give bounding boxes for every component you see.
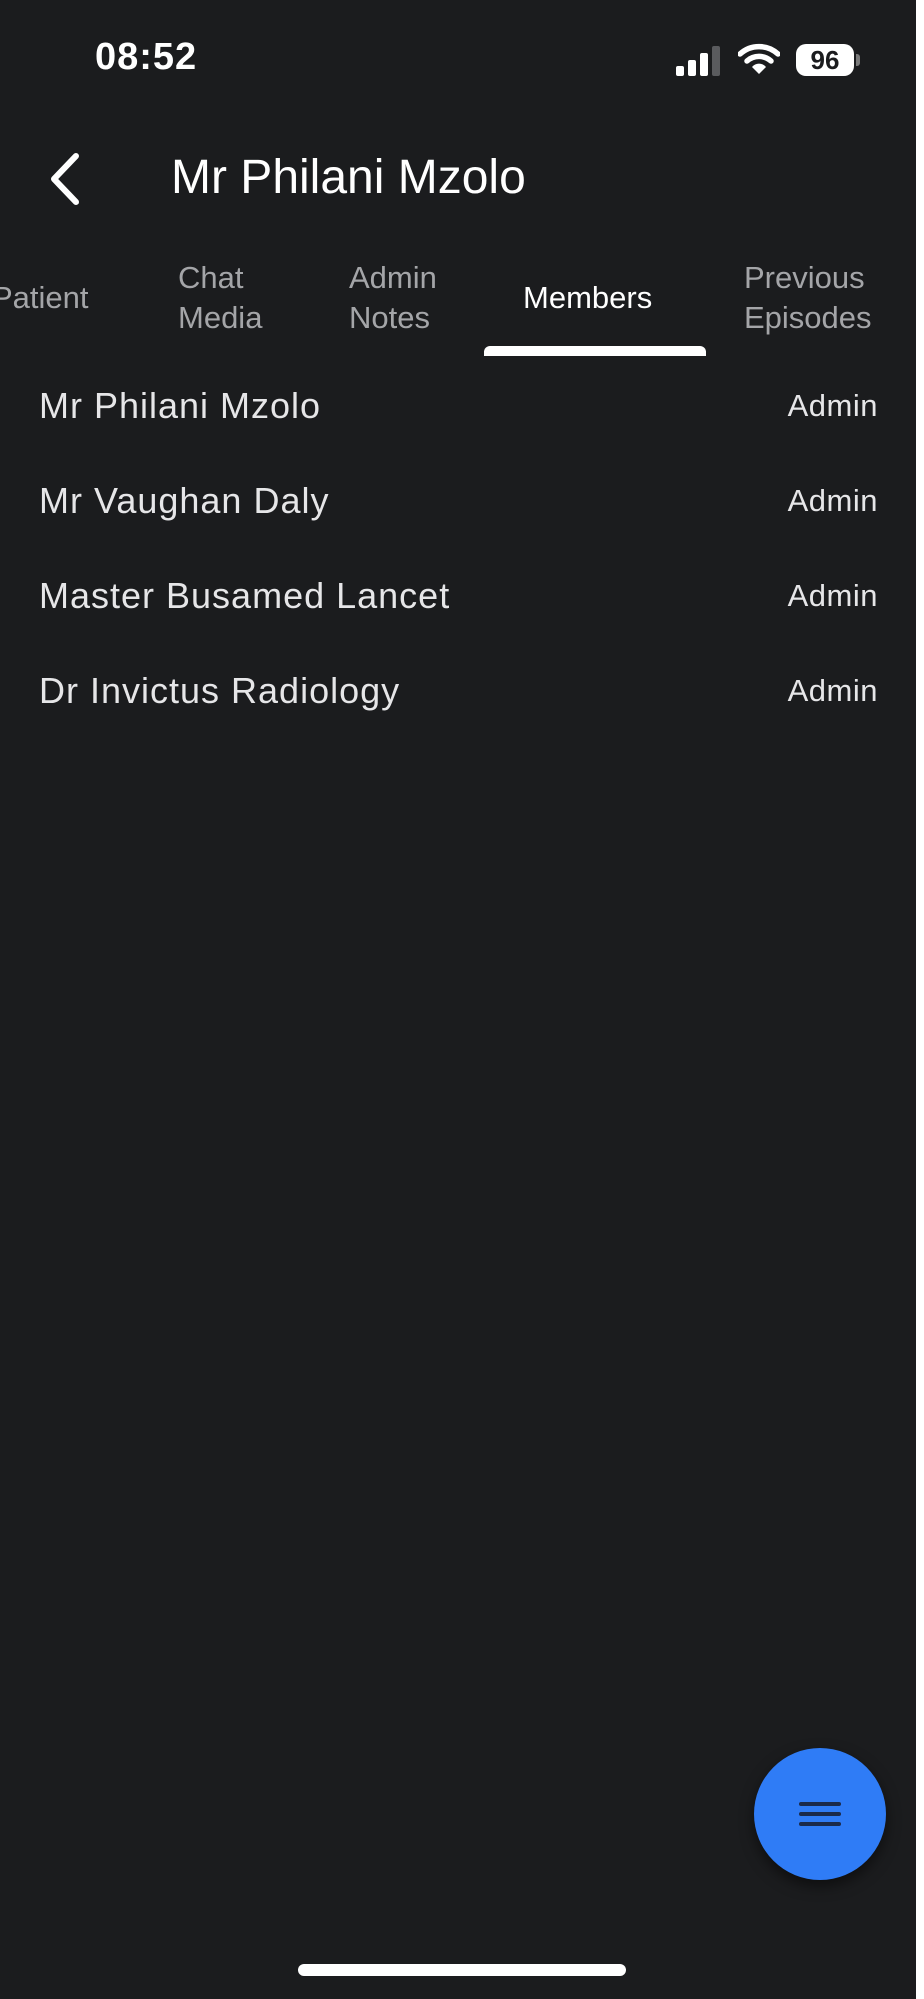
app-screen: 08:52 96 Mr Philani Mzolo Patient Chat M…: [0, 0, 924, 1999]
tab-chat-media-label-line1: Chat: [178, 260, 244, 295]
battery-indicator: 96: [796, 44, 860, 78]
member-row[interactable]: Mr Philani Mzolo Admin: [0, 382, 916, 472]
member-role: Admin: [787, 673, 878, 708]
member-role: Admin: [787, 388, 878, 423]
member-name: Dr Invictus Radiology: [39, 670, 401, 711]
member-name: Mr Philani Mzolo: [39, 385, 322, 426]
tab-chat-media[interactable]: Chat Media: [178, 258, 262, 338]
member-row[interactable]: Master Busamed Lancet Admin: [0, 572, 916, 662]
tab-members-label: Members: [523, 280, 653, 315]
home-indicator[interactable]: [298, 1964, 626, 1976]
menu-fab-button[interactable]: [754, 1748, 886, 1880]
tab-previous-episodes-label-line2: Episodes: [744, 300, 872, 335]
tab-admin-notes[interactable]: Admin Notes: [349, 258, 437, 338]
tab-previous-episodes[interactable]: Previous Episodes: [744, 258, 872, 338]
tab-previous-episodes-label-line1: Previous: [744, 260, 865, 295]
active-tab-indicator: [484, 346, 706, 356]
page-title: Mr Philani Mzolo: [171, 151, 526, 204]
tab-patient-label: Patient: [0, 280, 89, 315]
screen-edge: [916, 0, 924, 1999]
member-role: Admin: [787, 578, 878, 613]
member-name: Master Busamed Lancet: [39, 575, 451, 616]
tab-members[interactable]: Members: [523, 278, 652, 318]
member-name: Mr Vaughan Daly: [39, 480, 330, 521]
battery-percent: 96: [810, 45, 840, 75]
cellular-signal-icon: [676, 46, 720, 76]
tab-chat-media-label-line2: Media: [178, 300, 263, 335]
battery-tip: [856, 54, 860, 66]
back-button[interactable]: [40, 146, 92, 212]
member-role: Admin: [787, 483, 878, 518]
member-row[interactable]: Mr Vaughan Daly Admin: [0, 477, 916, 567]
tab-admin-notes-label-line1: Admin: [349, 260, 437, 295]
status-time: 08:52: [95, 36, 198, 78]
wifi-icon: [738, 43, 780, 74]
member-row[interactable]: Dr Invictus Radiology Admin: [0, 667, 916, 757]
menu-icon: [799, 1802, 841, 1826]
tab-patient[interactable]: Patient: [0, 278, 89, 318]
chevron-left-icon: [51, 153, 79, 205]
tab-admin-notes-label-line2: Notes: [349, 300, 430, 335]
